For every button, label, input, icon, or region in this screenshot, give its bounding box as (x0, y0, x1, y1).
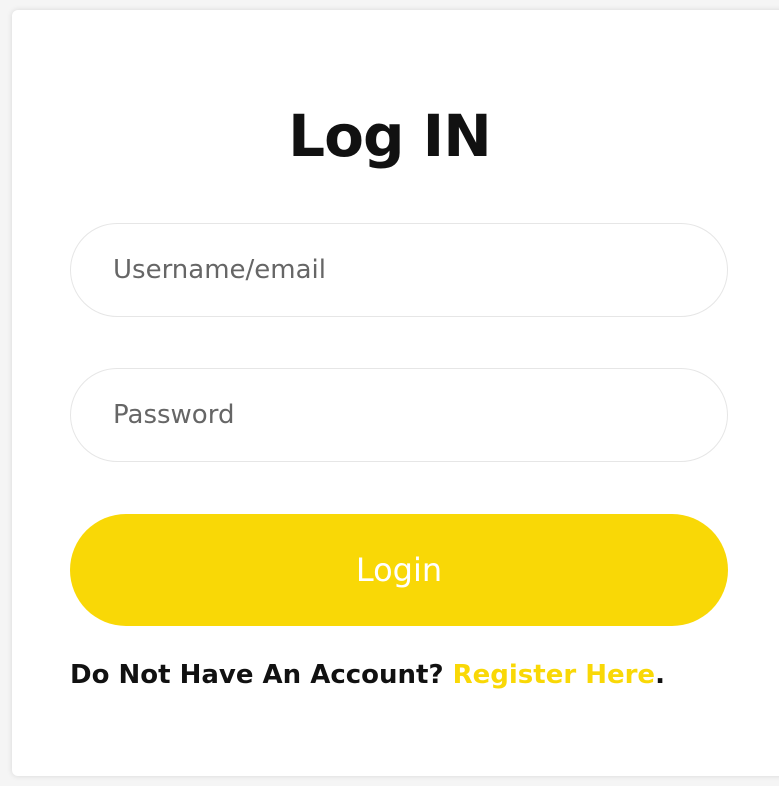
register-link[interactable]: Register Here (453, 660, 655, 690)
register-suffix: . (655, 660, 665, 690)
register-prompt-line: Do Not Have An Account? Register Here. (70, 660, 665, 690)
page-title: Log IN (288, 102, 492, 170)
register-prompt-text: Do Not Have An Account? (70, 660, 444, 690)
username-input[interactable] (70, 223, 728, 317)
password-input[interactable] (70, 368, 728, 462)
login-button[interactable]: Login (70, 514, 728, 626)
